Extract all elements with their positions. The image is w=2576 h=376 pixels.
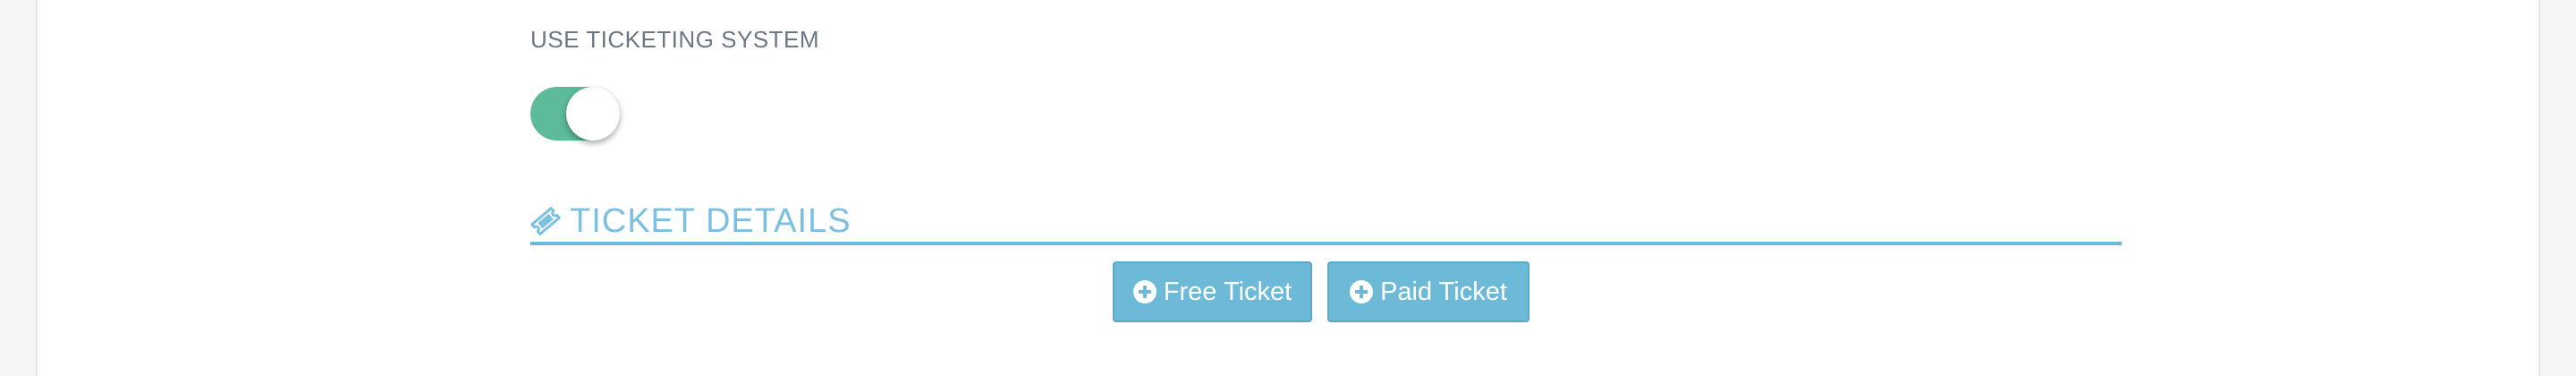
- ticket-details-header: TICKET DETAILS: [530, 201, 2122, 245]
- plus-circle-icon: [1132, 280, 1157, 303]
- ticket-icon: [530, 207, 561, 235]
- ticket-details-title: TICKET DETAILS: [570, 201, 852, 240]
- use-ticketing-label: USE TICKETING SYSTEM: [530, 26, 820, 53]
- form-card: USE TICKETING SYSTEM TICKET DETAILS Free…: [36, 0, 2540, 376]
- ticket-actions: Free Ticket Paid Ticket: [1113, 261, 1530, 322]
- plus-circle-icon: [1350, 280, 1374, 303]
- page: USE TICKETING SYSTEM TICKET DETAILS Free…: [0, 0, 2576, 376]
- paid-ticket-button[interactable]: Paid Ticket: [1327, 261, 1530, 322]
- free-ticket-label: Free Ticket: [1163, 277, 1292, 306]
- paid-ticket-label: Paid Ticket: [1380, 277, 1507, 306]
- free-ticket-button[interactable]: Free Ticket: [1113, 261, 1312, 322]
- use-ticketing-toggle[interactable]: [530, 87, 620, 141]
- toggle-knob: [566, 87, 620, 141]
